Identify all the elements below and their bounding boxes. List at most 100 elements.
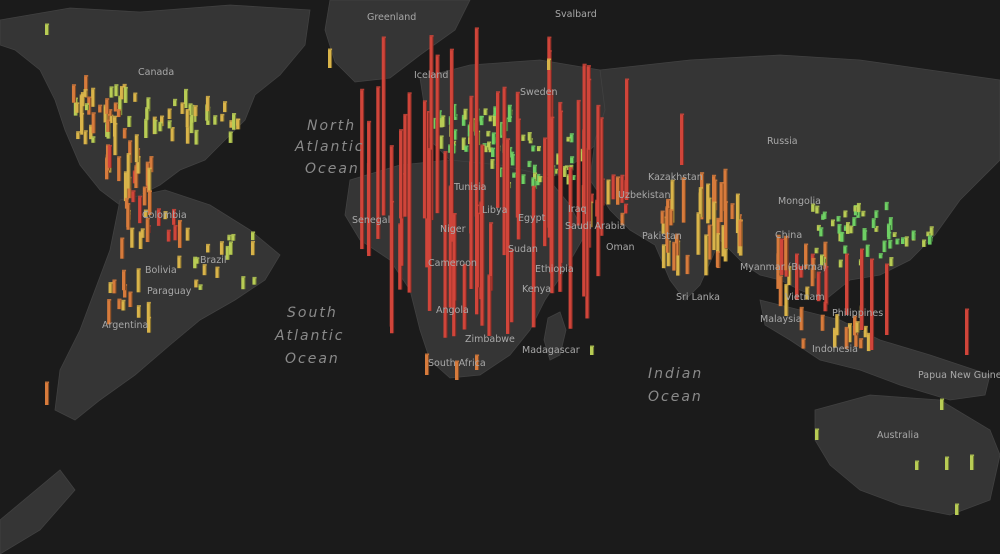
bar bbox=[590, 345, 595, 355]
bar bbox=[507, 116, 513, 123]
label-malaysia: Malaysia bbox=[760, 314, 802, 325]
label-cameroon: Cameroon bbox=[428, 258, 477, 269]
bar bbox=[855, 321, 860, 333]
label-philippines: Philippines bbox=[832, 308, 883, 319]
bar bbox=[486, 130, 491, 137]
bar bbox=[114, 84, 119, 97]
bar bbox=[922, 239, 927, 247]
bar bbox=[144, 118, 149, 139]
bar bbox=[167, 120, 172, 129]
bar bbox=[231, 233, 236, 241]
bar bbox=[158, 121, 163, 132]
bar bbox=[715, 251, 720, 268]
bar bbox=[193, 105, 198, 117]
bar bbox=[490, 158, 495, 169]
world-map[interactable]: Greenland Svalbard Canada Iceland Sweden… bbox=[0, 0, 1000, 554]
bar bbox=[719, 181, 724, 223]
bar bbox=[167, 108, 172, 120]
bar bbox=[399, 129, 404, 219]
bar bbox=[91, 112, 96, 134]
bar bbox=[127, 115, 132, 127]
bar bbox=[136, 305, 141, 318]
bar bbox=[462, 263, 467, 330]
bar bbox=[449, 48, 454, 242]
bar bbox=[536, 145, 542, 152]
bar bbox=[521, 174, 526, 185]
bar bbox=[927, 235, 932, 245]
bar bbox=[250, 231, 256, 241]
bar bbox=[738, 220, 743, 247]
bar bbox=[822, 211, 827, 219]
bar bbox=[878, 253, 883, 259]
bar bbox=[843, 245, 848, 254]
bar bbox=[173, 224, 178, 241]
bar bbox=[463, 108, 468, 120]
bar bbox=[113, 122, 118, 156]
bar bbox=[367, 120, 372, 257]
label-greenland: Greenland bbox=[367, 12, 416, 23]
bar bbox=[801, 338, 806, 349]
label-madagascar: Madagascar bbox=[522, 345, 580, 356]
bar bbox=[228, 241, 234, 255]
bar bbox=[407, 92, 412, 293]
label-sudan: Sudan bbox=[508, 244, 538, 255]
bar bbox=[704, 234, 709, 276]
bar bbox=[441, 115, 446, 127]
bar bbox=[840, 231, 845, 242]
label-pakistan: Pakistan bbox=[642, 231, 682, 242]
bar bbox=[661, 244, 666, 269]
bar bbox=[106, 119, 111, 132]
bar bbox=[166, 229, 171, 242]
bar bbox=[859, 338, 864, 349]
bar bbox=[596, 104, 601, 277]
label-russia: Russia bbox=[767, 136, 798, 147]
label-north-atlantic-2: Atlantic bbox=[294, 139, 364, 155]
bar bbox=[109, 86, 114, 98]
label-mongolia: Mongolia bbox=[778, 196, 821, 207]
label-kazakhstan: Kazakhstan bbox=[648, 172, 703, 183]
label-libya: Libya bbox=[482, 205, 507, 216]
bar bbox=[558, 110, 564, 263]
bar bbox=[538, 175, 543, 183]
label-bolivia: Bolivia bbox=[145, 265, 177, 276]
bar bbox=[669, 209, 674, 226]
bar bbox=[820, 314, 825, 331]
bar bbox=[390, 200, 395, 334]
label-indonesia: Indonesia bbox=[812, 344, 858, 355]
bar bbox=[117, 298, 122, 310]
bar bbox=[861, 210, 866, 217]
bar bbox=[955, 503, 960, 515]
bar bbox=[723, 201, 729, 249]
label-south-atlantic-1: South bbox=[287, 305, 338, 321]
bar bbox=[479, 115, 484, 121]
bar bbox=[823, 301, 828, 312]
bar bbox=[624, 203, 629, 214]
bar bbox=[98, 104, 103, 113]
label-canada: Canada bbox=[138, 67, 174, 78]
label-iraq: Iraq bbox=[568, 204, 587, 215]
label-north-atlantic-1: North bbox=[307, 118, 356, 134]
bar bbox=[660, 210, 665, 224]
bar bbox=[464, 145, 469, 152]
bar bbox=[865, 244, 870, 257]
label-egypt: Egypt bbox=[518, 213, 546, 224]
bar bbox=[521, 134, 526, 141]
bar bbox=[140, 228, 145, 238]
bar bbox=[570, 156, 575, 164]
bar bbox=[131, 190, 136, 203]
label-indian-ocean-1: Indian bbox=[648, 366, 703, 382]
label-sweden: Sweden bbox=[520, 87, 558, 98]
bar bbox=[173, 98, 178, 107]
bar bbox=[219, 241, 225, 255]
bar bbox=[128, 291, 133, 308]
bar bbox=[45, 381, 50, 405]
bar bbox=[480, 144, 485, 326]
bar bbox=[83, 130, 88, 145]
bar bbox=[475, 212, 480, 288]
bar bbox=[606, 179, 611, 205]
bar bbox=[180, 102, 185, 114]
bar bbox=[915, 460, 920, 470]
bar bbox=[198, 284, 203, 290]
bar bbox=[707, 197, 712, 220]
bar bbox=[884, 201, 889, 211]
